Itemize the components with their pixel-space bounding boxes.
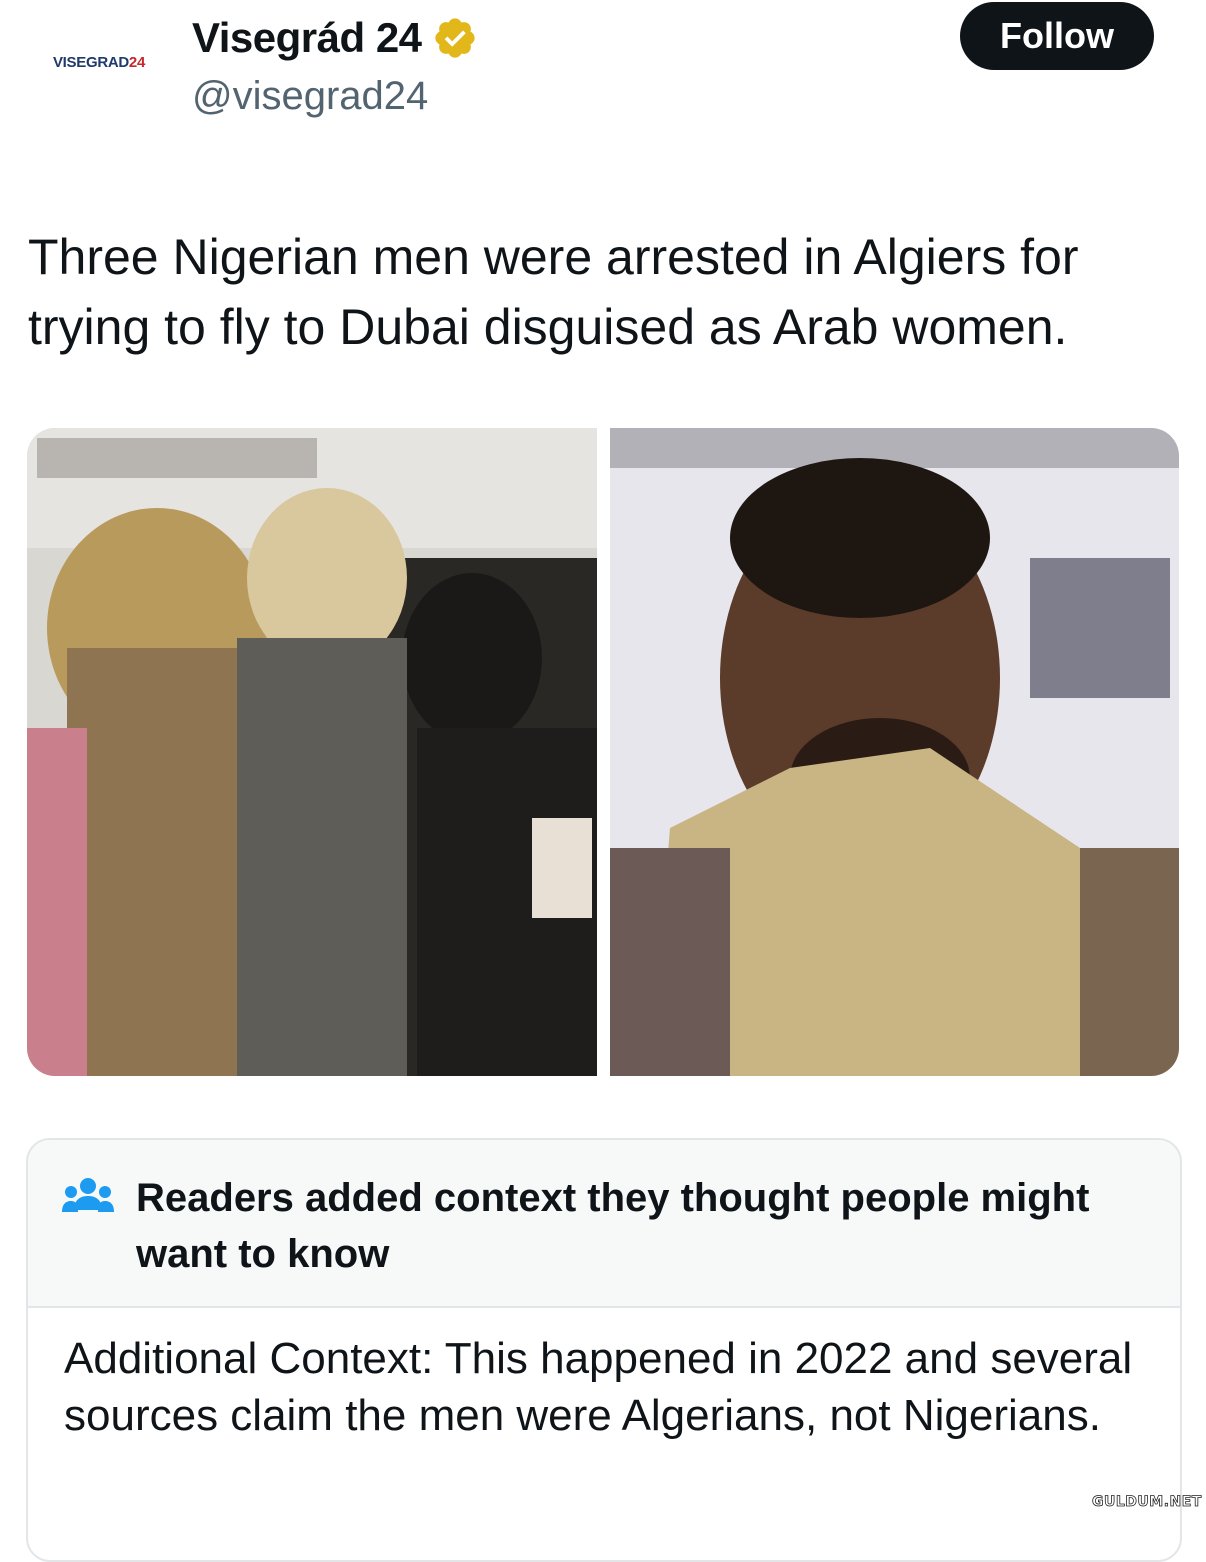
photo-1-image [27,428,597,1076]
community-note-body: Additional Context: This happened in 202… [64,1334,1133,1440]
verified-badge-icon [434,18,475,58]
display-name[interactable]: Visegrád 24 [192,14,422,62]
people-icon [62,1178,114,1212]
tweet-photo-1[interactable] [27,428,597,1076]
author-name-row[interactable]: Visegrád 24 [192,14,478,62]
community-note: Readers added context they thought peopl… [26,1138,1182,1562]
photo-2-image [610,428,1179,1076]
tweet-text: Three Nigerian men were arrested in Algi… [28,229,1079,355]
media-grid [27,428,1179,1076]
tweet-photo-2[interactable] [610,428,1179,1076]
avatar[interactable]: VISEGRAD24 [24,14,174,110]
follow-button[interactable]: Follow [960,2,1154,70]
author-handle[interactable]: @visegrad24 [192,74,428,119]
community-note-title: Readers added context they thought peopl… [136,1176,1090,1276]
watermark: GULDUM.NET [1092,1494,1202,1511]
community-note-header: Readers added context they thought peopl… [28,1140,1180,1308]
avatar-logo: VISEGRAD24 [52,53,146,71]
